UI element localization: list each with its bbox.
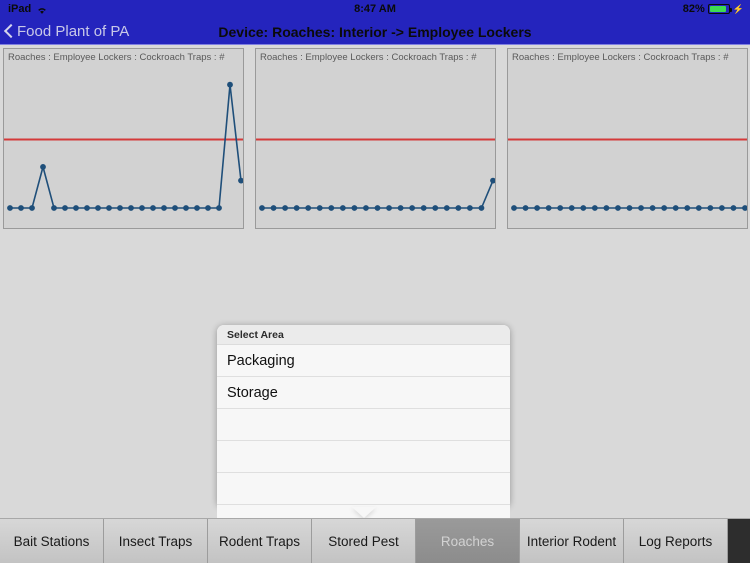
navigation-bar: Food Plant of PA Device: Roaches: Interi… xyxy=(0,18,750,45)
chart-panel-1[interactable]: Roaches : Employee Lockers : Cockroach T… xyxy=(3,48,244,229)
chart-title: Roaches : Employee Lockers : Cockroach T… xyxy=(512,52,729,63)
select-area-popover: Select Area Packaging Storage xyxy=(217,325,510,537)
popover-title: Select Area xyxy=(217,325,510,345)
back-button-label: Food Plant of PA xyxy=(17,23,130,40)
status-bar: iPad 8:47 AM 82% ⚡ xyxy=(0,0,750,18)
back-button[interactable]: Food Plant of PA xyxy=(4,18,129,45)
area-list-row-empty xyxy=(217,441,510,473)
popover-arrow xyxy=(351,507,376,518)
tab-stored-pest[interactable]: Stored Pest xyxy=(312,519,416,563)
tab-interior-rodent[interactable]: Interior Rodent xyxy=(520,519,624,563)
tab-label: Stored Pest xyxy=(328,533,399,549)
chart-plot-3 xyxy=(508,138,747,211)
tab-bar-overflow-area xyxy=(728,519,750,563)
tab-label: Log Reports xyxy=(638,533,713,549)
chart-panel-2[interactable]: Roaches : Employee Lockers : Cockroach T… xyxy=(255,48,496,229)
tab-rodent-traps[interactable]: Rodent Traps xyxy=(208,519,312,563)
area-list-row-empty xyxy=(217,473,510,505)
chart-title: Roaches : Employee Lockers : Cockroach T… xyxy=(260,52,477,63)
tab-bait-stations[interactable]: Bait Stations xyxy=(0,519,104,563)
tab-label: Rodent Traps xyxy=(218,533,301,549)
status-bar-right: 82% ⚡ xyxy=(683,3,744,15)
chart-plot-1 xyxy=(4,81,243,211)
charts-row: Roaches : Employee Lockers : Cockroach T… xyxy=(0,46,750,230)
area-list-item[interactable]: Packaging xyxy=(217,345,510,377)
tab-bar: Bait Stations Insect Traps Rodent Traps Sto… xyxy=(0,518,750,563)
area-list-item[interactable]: Storage xyxy=(217,377,510,409)
tab-roaches[interactable]: Roaches xyxy=(416,519,520,563)
chart-panel-3[interactable]: Roaches : Employee Lockers : Cockroach T… xyxy=(507,48,748,229)
chart-title: Roaches : Employee Lockers : Cockroach T… xyxy=(8,52,225,63)
tab-label: Bait Stations xyxy=(13,533,90,549)
tab-insect-traps[interactable]: Insect Traps xyxy=(104,519,208,563)
battery-percent-label: 82% xyxy=(682,3,705,15)
battery-icon xyxy=(707,4,732,14)
status-bar-clock: 8:47 AM xyxy=(354,3,396,15)
lightning-bolt-icon: ⚡ xyxy=(732,4,744,14)
chevron-left-icon xyxy=(4,24,13,39)
tab-label: Roaches xyxy=(440,533,495,549)
area-list-row-empty xyxy=(217,409,510,441)
tab-label: Interior Rodent xyxy=(526,533,617,549)
tab-log-reports[interactable]: Log Reports xyxy=(624,519,728,563)
tab-label: Insect Traps xyxy=(118,533,193,549)
chart-plot-2 xyxy=(256,138,495,211)
